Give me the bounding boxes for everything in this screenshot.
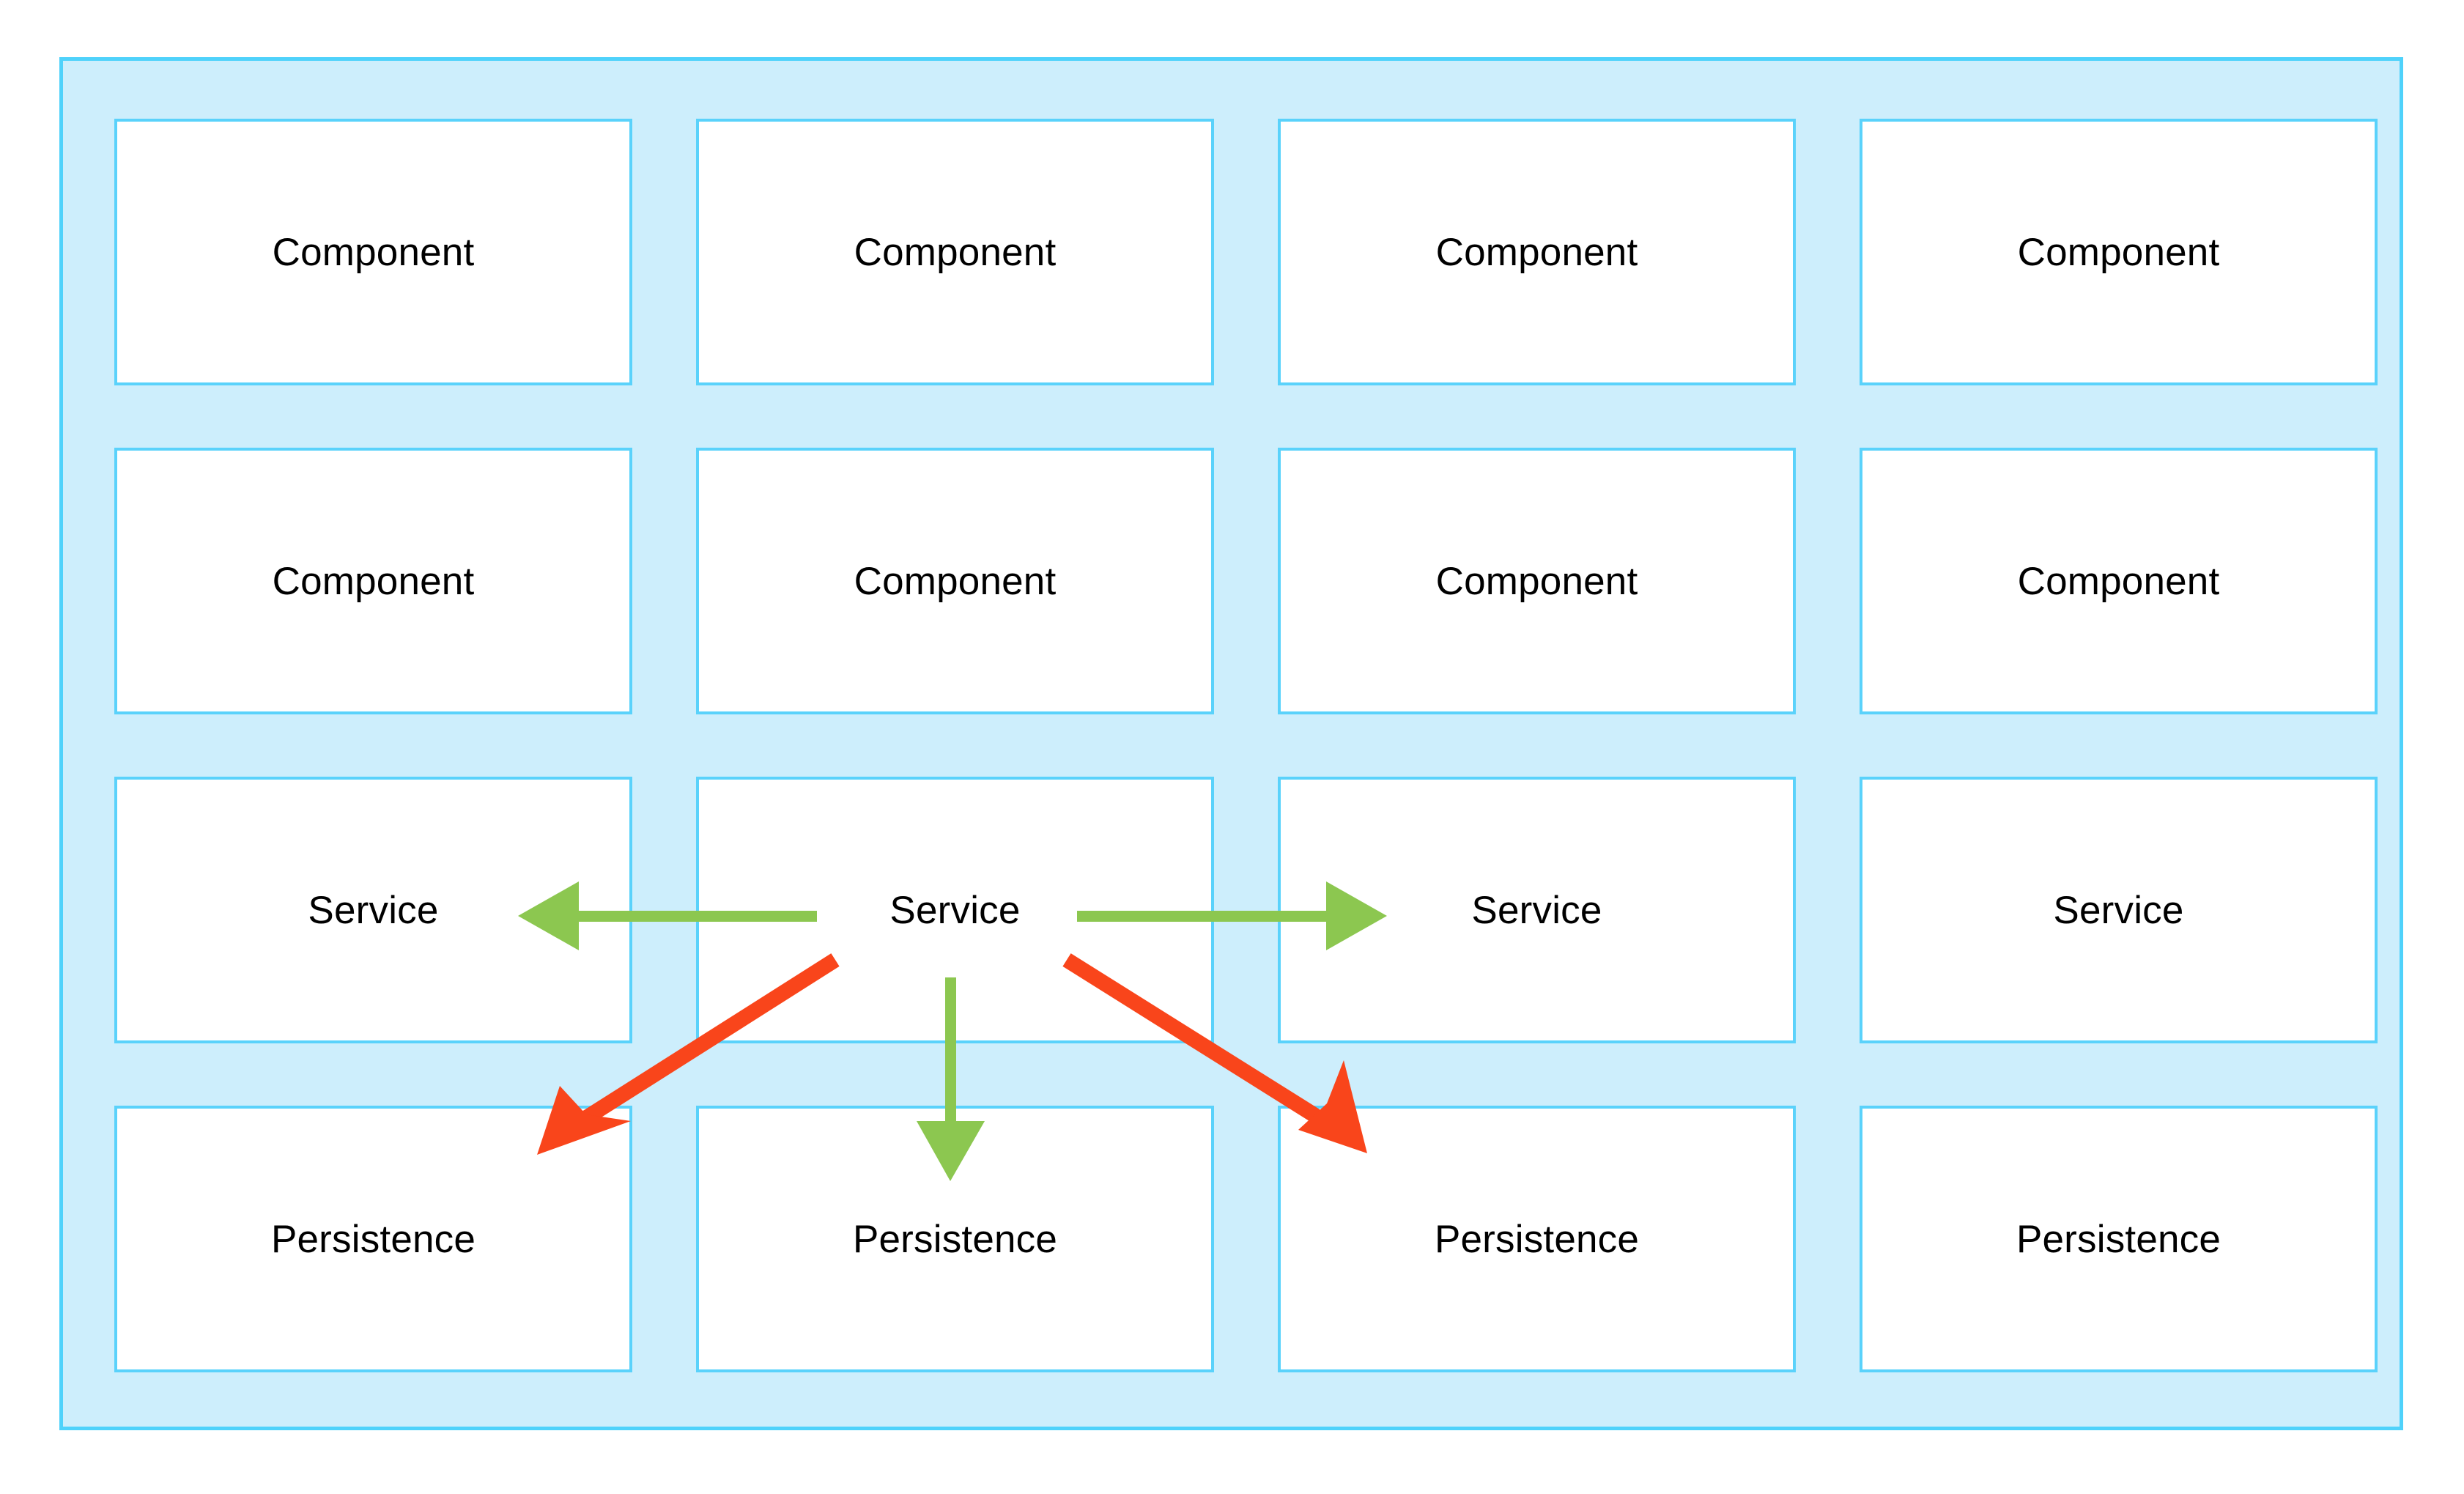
node-label: Service xyxy=(2053,888,2184,932)
node-label: Service xyxy=(308,888,439,932)
node-card-service-r3c4[interactable]: Service xyxy=(1860,777,2378,1043)
node-card-service-r3c1[interactable]: Service xyxy=(114,777,632,1043)
node-label: Component xyxy=(2017,559,2220,603)
node-card-component-r1c3[interactable]: Component xyxy=(1278,119,1796,385)
node-card-component-r1c2[interactable]: Component xyxy=(696,119,1214,385)
node-label: Component xyxy=(854,559,1057,603)
node-grid: Component Component Component Component … xyxy=(114,119,2378,1372)
node-label: Component xyxy=(1435,230,1638,274)
node-label: Service xyxy=(889,888,1021,932)
node-label: Persistence xyxy=(852,1217,1058,1261)
node-card-service-r3c2[interactable]: Service xyxy=(696,777,1214,1043)
node-label: Component xyxy=(2017,230,2220,274)
node-card-component-r1c4[interactable]: Component xyxy=(1860,119,2378,385)
node-label: Component xyxy=(272,230,475,274)
node-card-persistence-r4c2[interactable]: Persistence xyxy=(696,1106,1214,1372)
node-card-persistence-r4c4[interactable]: Persistence xyxy=(1860,1106,2378,1372)
system-boundary-container: Component Component Component Component … xyxy=(59,57,2403,1430)
node-card-component-r1c1[interactable]: Component xyxy=(114,119,632,385)
node-card-component-r2c1[interactable]: Component xyxy=(114,448,632,714)
diagram-canvas: Component Component Component Component … xyxy=(0,0,2464,1494)
node-card-persistence-r4c3[interactable]: Persistence xyxy=(1278,1106,1796,1372)
node-label: Persistence xyxy=(2016,1217,2221,1261)
node-card-component-r2c4[interactable]: Component xyxy=(1860,448,2378,714)
node-label: Component xyxy=(854,230,1057,274)
node-card-service-r3c3[interactable]: Service xyxy=(1278,777,1796,1043)
node-card-component-r2c3[interactable]: Component xyxy=(1278,448,1796,714)
node-label: Component xyxy=(272,559,475,603)
node-card-component-r2c2[interactable]: Component xyxy=(696,448,1214,714)
node-label: Persistence xyxy=(270,1217,476,1261)
node-label: Persistence xyxy=(1434,1217,1640,1261)
node-label: Component xyxy=(1435,559,1638,603)
node-card-persistence-r4c1[interactable]: Persistence xyxy=(114,1106,632,1372)
node-label: Service xyxy=(1471,888,1602,932)
